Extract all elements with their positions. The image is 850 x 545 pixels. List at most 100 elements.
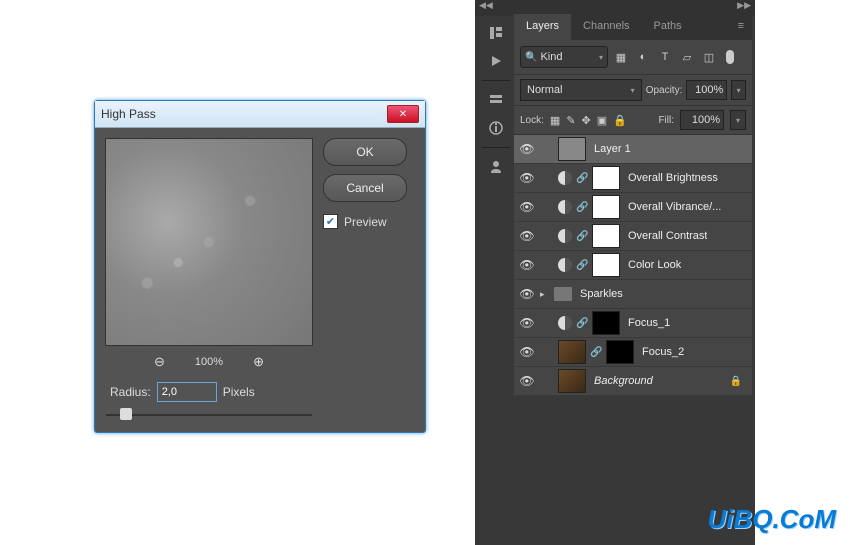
layer-row[interactable]: 👁 🔗 Focus_2 xyxy=(514,338,752,367)
tab-paths[interactable]: Paths xyxy=(642,14,694,40)
collapse-left-icon[interactable]: ◀◀ xyxy=(479,0,493,16)
layer-name[interactable]: Sparkles xyxy=(580,288,623,300)
filter-type-icon[interactable]: T xyxy=(656,48,674,66)
layer-row[interactable]: 👁 🔗 Overall Brightness xyxy=(514,164,752,193)
panel-menu-icon[interactable]: ≡ xyxy=(730,14,752,40)
visibility-icon[interactable]: 👁 xyxy=(518,171,536,185)
zoom-out-icon[interactable]: ⊖ xyxy=(154,354,165,370)
blend-mode-select[interactable]: Normal ▾ xyxy=(520,79,642,101)
layer-name[interactable]: Layer 1 xyxy=(594,143,631,155)
adjustment-icon xyxy=(558,200,572,214)
layer-row[interactable]: 👁 🔗 Color Look xyxy=(514,251,752,280)
layer-thumb[interactable] xyxy=(558,369,586,393)
chevron-down-icon: ▾ xyxy=(631,86,635,95)
opacity-label: Opacity: xyxy=(646,85,683,96)
zoom-in-icon[interactable]: ⊕ xyxy=(253,354,264,370)
watermark: UiBQ.CoM xyxy=(707,504,836,535)
visibility-icon[interactable]: 👁 xyxy=(518,374,536,388)
preview-image[interactable] xyxy=(105,138,313,346)
cancel-button[interactable]: Cancel xyxy=(323,174,407,202)
dock-info-icon[interactable] xyxy=(482,115,510,141)
visibility-icon[interactable]: 👁 xyxy=(518,258,536,272)
mask-thumb[interactable] xyxy=(592,224,620,248)
link-icon: 🔗 xyxy=(590,347,602,358)
layer-row[interactable]: 👁 🔗 Overall Vibrance/... xyxy=(514,193,752,222)
dialog-title: High Pass xyxy=(101,107,156,121)
tab-channels[interactable]: Channels xyxy=(571,14,641,40)
adjustment-icon xyxy=(558,316,572,330)
adjustment-icon xyxy=(558,258,572,272)
fill-dropdown[interactable]: ▾ xyxy=(730,110,746,130)
lock-all-icon[interactable]: 🔒 xyxy=(613,114,627,127)
visibility-icon[interactable]: 👁 xyxy=(518,142,536,156)
layer-row[interactable]: 👁 ▸ Sparkles xyxy=(514,280,752,309)
dock-icon-3[interactable] xyxy=(482,87,510,113)
lock-label: Lock: xyxy=(520,115,544,126)
layer-row[interactable]: 👁 Background 🔒 xyxy=(514,367,752,396)
filter-shape-icon[interactable]: ▱ xyxy=(678,48,696,66)
visibility-icon[interactable]: 👁 xyxy=(518,316,536,330)
layer-row[interactable]: 👁 🔗 Overall Contrast xyxy=(514,222,752,251)
adjustment-icon xyxy=(558,229,572,243)
filter-smart-icon[interactable]: ◫ xyxy=(700,48,718,66)
mask-thumb[interactable] xyxy=(592,311,620,335)
layer-thumb[interactable] xyxy=(558,340,586,364)
filter-adjust-icon[interactable]: ◐ xyxy=(634,48,652,66)
mask-thumb[interactable] xyxy=(592,253,620,277)
opacity-value[interactable]: 100% xyxy=(686,80,727,100)
lock-artboard-icon[interactable]: ▣ xyxy=(597,114,607,127)
radius-unit: Pixels xyxy=(223,385,255,399)
kind-label: Kind xyxy=(540,51,562,63)
visibility-icon[interactable]: 👁 xyxy=(518,287,536,301)
lock-icon: 🔒 xyxy=(730,376,742,387)
radius-input[interactable] xyxy=(157,382,217,402)
filter-kind-select[interactable]: 🔍Kind ▾ xyxy=(520,46,608,68)
layer-name[interactable]: Color Look xyxy=(628,259,681,271)
filter-pixel-icon[interactable]: ▦ xyxy=(612,48,630,66)
preview-checkbox[interactable]: ✔ xyxy=(323,214,338,229)
folder-icon xyxy=(554,287,572,301)
visibility-icon[interactable]: 👁 xyxy=(518,200,536,214)
lock-position-icon[interactable]: ✥ xyxy=(582,114,591,127)
layer-name[interactable]: Overall Vibrance/... xyxy=(628,201,721,213)
dock-icon-1[interactable] xyxy=(482,20,510,46)
link-icon: 🔗 xyxy=(576,173,588,184)
dock-person-icon[interactable] xyxy=(482,154,510,180)
radius-slider[interactable] xyxy=(106,408,312,422)
visibility-icon[interactable]: 👁 xyxy=(518,345,536,359)
tab-layers[interactable]: Layers xyxy=(514,14,571,40)
layer-name[interactable]: Focus_1 xyxy=(628,317,670,329)
chevron-down-icon: ▾ xyxy=(599,53,603,62)
expand-icon[interactable]: ▸ xyxy=(540,289,550,300)
preview-checkbox-label: Preview xyxy=(344,215,387,229)
ok-button[interactable]: OK xyxy=(323,138,407,166)
opacity-dropdown[interactable]: ▾ xyxy=(731,80,746,100)
layer-name[interactable]: Background xyxy=(594,375,653,387)
zoom-percent: 100% xyxy=(195,356,223,368)
close-button[interactable]: ✕ xyxy=(387,105,419,123)
visibility-icon[interactable]: 👁 xyxy=(518,229,536,243)
mask-thumb[interactable] xyxy=(592,195,620,219)
link-icon: 🔗 xyxy=(576,318,588,329)
layers-panel: Layers Channels Paths ≡ 🔍Kind ▾ ▦ ◐ T ▱ ◫… xyxy=(514,14,752,396)
layer-name[interactable]: Overall Contrast xyxy=(628,230,707,242)
dock-play-icon[interactable] xyxy=(482,48,510,74)
link-icon: 🔗 xyxy=(576,202,588,213)
mask-thumb[interactable] xyxy=(606,340,634,364)
lock-transparency-icon[interactable]: ▦ xyxy=(550,114,560,127)
fill-value[interactable]: 100% xyxy=(680,110,724,130)
layer-row[interactable]: 👁 Layer 1 xyxy=(514,135,752,164)
mask-thumb[interactable] xyxy=(592,166,620,190)
search-icon: 🔍 xyxy=(525,52,537,63)
layer-thumb[interactable] xyxy=(558,137,586,161)
high-pass-dialog: High Pass ✕ ⊖ 100% ⊕ Radius: Pixels OK C… xyxy=(94,100,426,433)
dialog-titlebar[interactable]: High Pass ✕ xyxy=(95,101,425,128)
lock-brush-icon[interactable]: ✎ xyxy=(566,114,575,127)
layer-name[interactable]: Focus_2 xyxy=(642,346,684,358)
layer-name[interactable]: Overall Brightness xyxy=(628,172,718,184)
layer-row[interactable]: 👁 🔗 Focus_1 xyxy=(514,309,752,338)
blend-mode-value: Normal xyxy=(527,84,562,96)
filter-toggle[interactable] xyxy=(726,50,734,64)
slider-thumb[interactable] xyxy=(120,408,132,420)
link-icon: 🔗 xyxy=(576,260,588,271)
